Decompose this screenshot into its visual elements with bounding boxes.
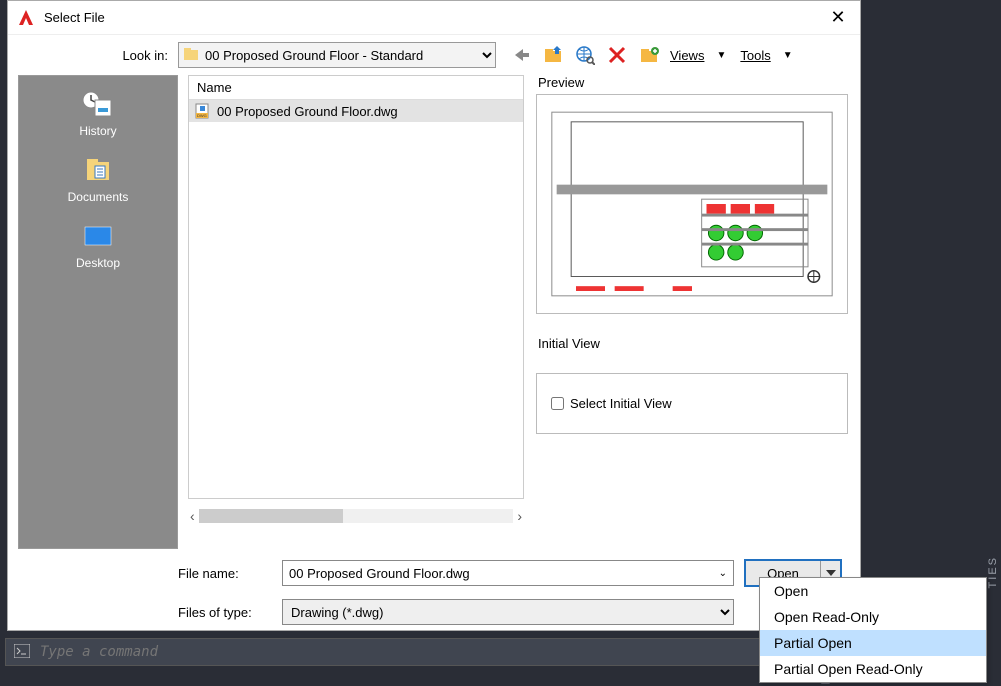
scroll-thumb[interactable] [199,509,344,523]
column-header-name[interactable]: Name [189,76,523,100]
filename-value: 00 Proposed Ground Floor.dwg [289,566,470,581]
app-logo-icon [16,8,36,28]
chevron-down-icon[interactable]: ⌄ [719,568,727,579]
initial-view-checkbox-input[interactable] [551,397,564,410]
open-options-menu: Open Open Read-Only Partial Open Partial… [759,577,987,683]
filetype-select[interactable]: Drawing (*.dwg) [282,599,734,625]
command-input[interactable] [40,644,848,660]
scroll-right-icon[interactable]: › [517,508,522,524]
filename-combo[interactable]: 00 Proposed Ground Floor.dwg ⌄ [282,560,734,586]
web-search-icon[interactable] [574,44,596,66]
places-sidebar: History Documents Desktop [18,75,178,549]
sidebar-item-history[interactable]: History [79,90,116,138]
back-icon[interactable] [510,44,532,66]
command-bar [5,638,857,666]
menu-item-partial-open[interactable]: Partial Open [760,630,986,656]
sidebar-item-label: History [79,124,116,138]
svg-text:DWG: DWG [197,113,207,118]
history-icon [81,90,115,120]
menu-item-open-readonly[interactable]: Open Read-Only [760,604,986,630]
horizontal-scrollbar[interactable]: ‹ › [188,505,524,527]
up-folder-icon[interactable] [542,44,564,66]
select-file-dialog: Select File ✕ Look in: 00 Proposed Groun… [7,0,861,631]
titlebar: Select File ✕ [8,1,860,35]
toolbar-icons: Views ▼ Tools ▼ [510,44,797,66]
tools-caret-icon[interactable]: ▼ [783,50,793,61]
file-row[interactable]: DWG 00 Proposed Ground Floor.dwg [189,100,523,122]
preview-box [536,94,848,314]
desktop-icon [81,222,115,252]
properties-panel-tab[interactable]: TIES [987,556,999,588]
lookin-select[interactable]: 00 Proposed Ground Floor - Standard [178,42,496,68]
delete-icon[interactable] [606,44,628,66]
sidebar-item-label: Desktop [76,256,120,270]
scroll-track[interactable] [199,509,514,523]
documents-icon [81,156,115,186]
scroll-left-icon[interactable]: ‹ [190,508,195,524]
lookin-label: Look in: [8,48,178,63]
filetype-label: Files of type: [178,605,282,620]
views-menu[interactable]: Views [670,48,704,63]
sidebar-item-documents[interactable]: Documents [68,156,129,204]
initial-view-label: Initial View [538,336,848,351]
new-folder-icon[interactable] [638,44,660,66]
menu-item-open[interactable]: Open [760,578,986,604]
dialog-title: Select File [44,10,824,25]
sidebar-item-desktop[interactable]: Desktop [76,222,120,270]
menu-item-partial-open-readonly[interactable]: Partial Open Read-Only [760,656,986,682]
sidebar-item-label: Documents [68,190,129,204]
views-caret-icon[interactable]: ▼ [716,50,726,61]
preview-label: Preview [538,75,848,90]
file-name: 00 Proposed Ground Floor.dwg [217,104,398,119]
close-icon[interactable]: ✕ [824,7,852,28]
tools-menu[interactable]: Tools [740,48,770,63]
filename-label: File name: [178,566,282,581]
file-list: Name DWG 00 Proposed Ground Floor.dwg [188,75,524,499]
dwg-file-icon: DWG [195,103,211,119]
command-prompt-icon[interactable] [14,644,30,661]
drawing-preview-icon [547,105,837,303]
select-initial-view-checkbox[interactable]: Select Initial View [551,396,833,411]
initial-view-checkbox-label: Select Initial View [570,396,672,411]
initial-view-group: Select Initial View [536,373,848,434]
top-toolbar: Look in: 00 Proposed Ground Floor - Stan… [8,35,860,75]
